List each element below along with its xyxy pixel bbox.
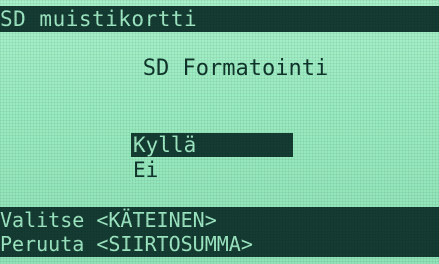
option-yes[interactable]: Kyllä xyxy=(131,133,293,157)
screen-title: SD muistikortti xyxy=(0,7,198,31)
dialog-heading: SD Formatointi xyxy=(142,56,329,81)
cancel-hint[interactable]: Peruuta <SIIRTOSUMMA> xyxy=(0,232,253,256)
select-hint[interactable]: Valitse <KÄTEINEN> xyxy=(0,208,217,232)
option-no[interactable]: Ei xyxy=(131,158,158,182)
lcd-screen: SD muistikortti SD Formatointi Kyllä Ei … xyxy=(0,0,439,264)
